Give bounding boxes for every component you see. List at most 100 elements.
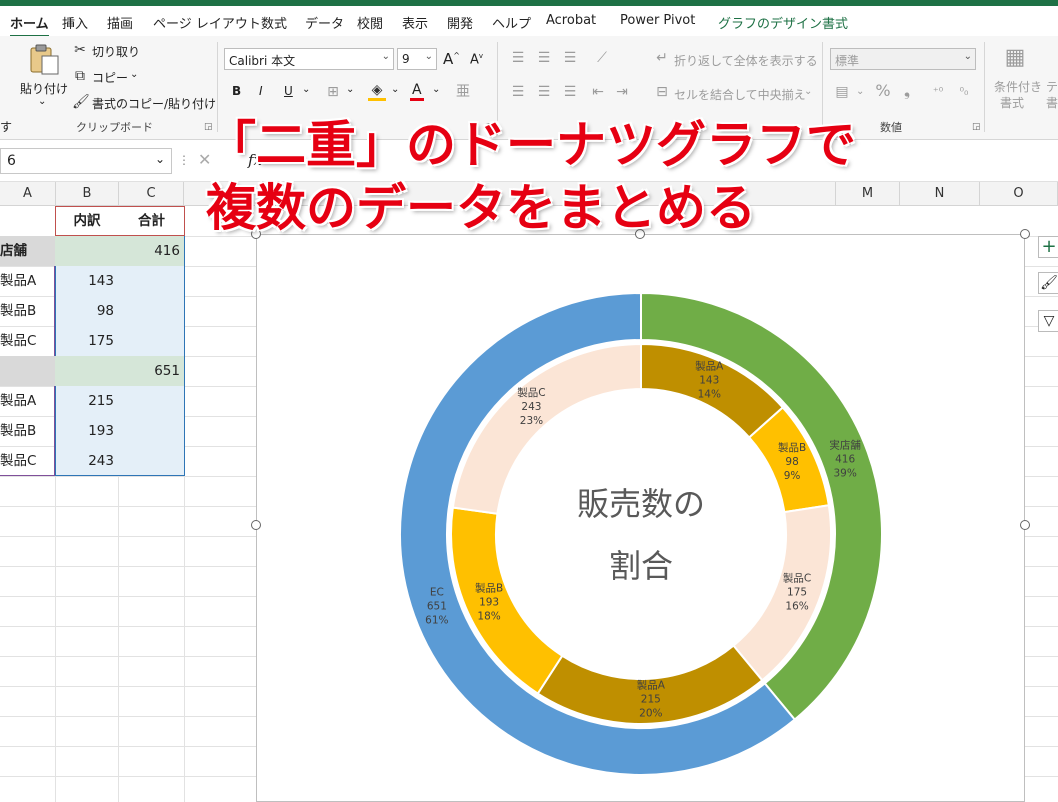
- table-cell-c[interactable]: 651: [119, 356, 184, 386]
- align-bottom-icon[interactable]: ☰: [562, 50, 578, 66]
- inner-data-label-0-2: 14%: [698, 389, 721, 401]
- tab-format[interactable]: 書式: [822, 13, 848, 32]
- table-cell-b[interactable]: 98: [56, 296, 118, 326]
- bold-button[interactable]: B: [232, 84, 241, 98]
- tab-insert[interactable]: 挿入: [62, 13, 88, 32]
- chart-styles-button[interactable]: 🖌: [1038, 272, 1058, 294]
- align-top-icon[interactable]: ☰: [510, 50, 526, 66]
- more-icon[interactable]: ⋮: [178, 153, 190, 167]
- decrease-decimal-icon[interactable]: ⁰₀: [954, 84, 974, 100]
- resize-handle[interactable]: [1020, 520, 1030, 530]
- orientation-icon[interactable]: ⟋: [592, 50, 612, 66]
- number-format-box[interactable]: 標準 ⌄: [830, 48, 976, 70]
- resize-handle[interactable]: [1020, 229, 1030, 239]
- tab-home[interactable]: ホーム: [10, 13, 49, 38]
- chevron-down-icon[interactable]: ⌄: [804, 86, 812, 97]
- merge-center-icon[interactable]: ⊟: [654, 84, 670, 100]
- chevron-down-icon[interactable]: ⌄: [346, 84, 354, 95]
- tab-draw[interactable]: 描画: [107, 13, 133, 32]
- tab-data[interactable]: データ: [305, 13, 344, 32]
- chart-title-line-2[interactable]: 割合: [609, 547, 673, 585]
- increase-decimal-icon[interactable]: ⁺⁰: [928, 84, 948, 100]
- wrap-text-icon[interactable]: ↵: [654, 50, 670, 66]
- chevron-down-icon[interactable]: ⌄: [38, 96, 46, 107]
- header-breakdown[interactable]: 内訳: [56, 206, 118, 236]
- align-left-icon[interactable]: ☰: [510, 84, 526, 100]
- table-cell-a[interactable]: 製品A: [0, 266, 55, 296]
- align-middle-icon[interactable]: ☰: [536, 50, 552, 66]
- format-as-table-button[interactable]: テー 書: [1046, 44, 1058, 120]
- table-cell-a[interactable]: 店舗: [0, 236, 55, 266]
- paste-icon: [30, 44, 59, 75]
- table-cell-a[interactable]: 製品A: [0, 386, 55, 416]
- border-icon[interactable]: ⊞: [324, 84, 342, 100]
- resize-handle[interactable]: [251, 520, 261, 530]
- table-cell-b[interactable]: 193: [56, 416, 118, 446]
- table-cell-a[interactable]: 製品B: [0, 416, 55, 446]
- shrink-font-button[interactable]: Av: [470, 52, 483, 67]
- chevron-down-icon[interactable]: ⌄: [302, 84, 310, 95]
- column-header-c[interactable]: C: [119, 182, 184, 206]
- chart-elements-button[interactable]: +: [1038, 236, 1058, 258]
- column-header-m[interactable]: M: [836, 182, 900, 206]
- table-cell-b[interactable]: 143: [56, 266, 118, 296]
- dialog-launcher-icon[interactable]: ◲: [972, 122, 981, 132]
- grow-font-button[interactable]: A^: [443, 50, 460, 68]
- font-size-value: 9: [402, 52, 410, 66]
- underline-button[interactable]: U: [284, 84, 293, 98]
- table-cell-c[interactable]: 416: [119, 236, 184, 266]
- table-cell-a[interactable]: 製品C: [0, 446, 55, 476]
- table-cell-a[interactable]: 製品B: [0, 296, 55, 326]
- column-header-a[interactable]: A: [0, 182, 56, 206]
- overlay-headline-2: 複数のデータをまとめる: [205, 178, 757, 238]
- tab-help[interactable]: ヘルプ: [492, 13, 531, 32]
- table-cell-b[interactable]: 175: [56, 326, 118, 356]
- column-header-b[interactable]: B: [56, 182, 119, 206]
- outer-data-label-0-0: 実店舗: [829, 438, 861, 451]
- overlay-headline-1: 「二重」のドーナツグラフで: [205, 115, 857, 175]
- double-donut-chart[interactable]: 実店舗 416 39% EC 651 61% 製品A 143 14% 製品B 98 9% 製品C 175 1…: [257, 235, 1024, 801]
- table-cell-b[interactable]: 215: [56, 386, 118, 416]
- tab-formulas[interactable]: 数式: [261, 13, 287, 32]
- chevron-down-icon[interactable]: ⌄: [130, 69, 138, 80]
- merge-center-label[interactable]: セルを結合して中央揃え: [674, 86, 806, 103]
- font-color-button[interactable]: A: [410, 82, 424, 101]
- italic-button[interactable]: I: [259, 84, 263, 98]
- align-right-icon[interactable]: ☰: [562, 84, 578, 100]
- tab-power-pivot[interactable]: Power Pivot: [620, 13, 695, 28]
- chart-area[interactable]: 実店舗 416 39% EC 651 61% 製品A 143 14% 製品B 98 9% 製品C 175 1…: [256, 234, 1025, 802]
- accounting-format-icon[interactable]: ▤: [832, 84, 852, 100]
- header-total[interactable]: 合計: [119, 206, 184, 236]
- phonetic-icon[interactable]: 亜: [454, 84, 472, 100]
- tab-chart-design[interactable]: グラフのデザイン: [718, 13, 822, 32]
- wrap-text-label[interactable]: 折り返して全体を表示する: [674, 52, 818, 69]
- column-header-n[interactable]: N: [900, 182, 980, 206]
- chevron-down-icon[interactable]: ⌄: [856, 86, 864, 97]
- copy-icon: ⧉: [75, 68, 85, 84]
- chart-title-line-1[interactable]: 販売数の: [577, 485, 705, 523]
- decrease-indent-icon[interactable]: ⇤: [590, 84, 606, 100]
- chevron-down-icon[interactable]: ⌄: [432, 84, 440, 95]
- name-box[interactable]: 6 ⌄: [0, 148, 172, 174]
- table-cell-a[interactable]: [0, 356, 55, 386]
- comma-style-icon[interactable]: ❟: [900, 83, 914, 99]
- tab-page-layout[interactable]: ページ レイアウト: [153, 13, 261, 32]
- table-cell-a[interactable]: 製品C: [0, 326, 55, 356]
- increase-indent-icon[interactable]: ⇥: [614, 84, 630, 100]
- table-cell-b[interactable]: 243: [56, 446, 118, 476]
- paste-button[interactable]: 貼り付け ⌄: [20, 42, 68, 118]
- font-name-box[interactable]: Calibri 本文 ⌄: [224, 48, 394, 70]
- conditional-format-button[interactable]: ▦ 条件付き 書式: [994, 44, 1042, 120]
- tab-review[interactable]: 校閲: [357, 13, 383, 32]
- font-size-box[interactable]: 9 ⌄: [397, 48, 437, 70]
- fill-color-icon[interactable]: ◈: [368, 82, 386, 101]
- tab-view[interactable]: 表示: [402, 13, 428, 32]
- align-center-icon[interactable]: ☰: [536, 84, 552, 100]
- chevron-down-icon[interactable]: ⌄: [391, 84, 399, 95]
- column-header-o[interactable]: O: [980, 182, 1058, 206]
- tab-developer[interactable]: 開発: [447, 13, 473, 32]
- percent-icon[interactable]: %: [874, 83, 892, 99]
- tab-acrobat[interactable]: Acrobat: [546, 13, 596, 28]
- chart-filters-button[interactable]: ▽: [1038, 310, 1058, 332]
- outer-data-label-1-2: 61%: [425, 615, 448, 627]
